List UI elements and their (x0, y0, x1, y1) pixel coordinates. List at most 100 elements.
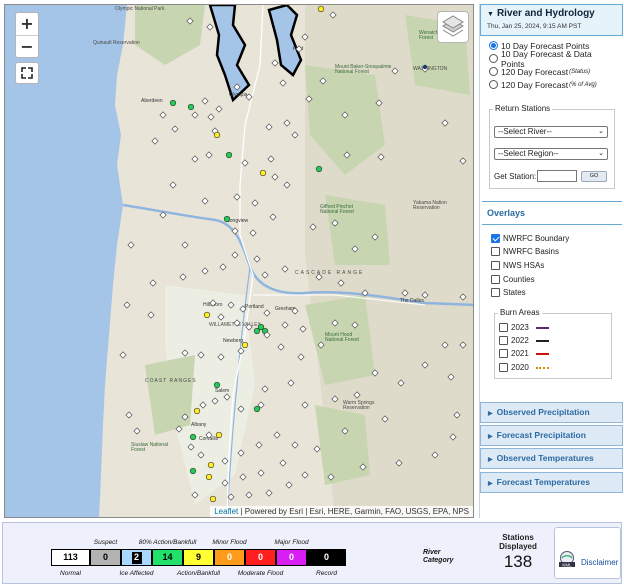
station-marker-normal[interactable] (341, 111, 349, 119)
station-marker-normal[interactable] (181, 241, 189, 249)
checkbox[interactable] (491, 261, 500, 270)
radio-button[interactable] (489, 80, 498, 89)
station-marker-normal[interactable] (265, 123, 273, 131)
station-marker-normal[interactable] (309, 223, 317, 231)
station-marker-normal[interactable] (231, 251, 239, 259)
layers-button[interactable] (437, 11, 469, 43)
river-hydrology-header[interactable]: ▼ River and Hydrology Thu, Jan 25, 2024, … (480, 4, 623, 36)
station-marker-normal[interactable] (237, 347, 245, 355)
station-marker-normal[interactable] (375, 99, 383, 107)
station-marker-normal[interactable] (327, 473, 335, 481)
station-marker-normal[interactable] (271, 59, 279, 67)
station-marker-normal[interactable] (331, 219, 339, 227)
leaflet-link[interactable]: Leaflet (214, 507, 238, 516)
station-marker-normal[interactable] (401, 289, 409, 297)
station-marker-normal[interactable] (305, 95, 313, 103)
station-marker-normal[interactable] (149, 279, 157, 287)
station-marker-normal[interactable] (329, 11, 337, 19)
station-marker-normal[interactable] (249, 229, 257, 237)
station-marker-normal[interactable] (179, 273, 187, 281)
checkbox[interactable] (499, 336, 508, 345)
station-marker-normal[interactable] (331, 395, 339, 403)
station-marker-normal[interactable] (267, 155, 275, 163)
station-marker-normal[interactable] (201, 97, 209, 105)
station-marker-normal[interactable] (273, 431, 281, 439)
station-marker-normal[interactable] (191, 155, 199, 163)
overlay-nws-hsas[interactable]: NWS HSAs (491, 260, 544, 271)
station-marker-normal[interactable] (431, 451, 439, 459)
station-marker-80pct-action[interactable] (169, 99, 177, 107)
station-marker-normal[interactable] (351, 245, 359, 253)
checkbox[interactable] (499, 363, 508, 372)
station-marker-normal[interactable] (119, 351, 127, 359)
station-marker-80pct-action[interactable] (223, 215, 231, 223)
region-select[interactable]: --Select Region-- ⌄ (494, 148, 608, 160)
overlay-states[interactable]: States (491, 287, 526, 298)
station-marker-normal[interactable] (187, 443, 195, 451)
station-marker-normal[interactable] (279, 79, 287, 87)
station-marker-normal[interactable] (343, 151, 351, 159)
checkbox[interactable] (499, 349, 508, 358)
station-marker-action[interactable] (205, 473, 213, 481)
station-marker-80pct-action[interactable] (315, 165, 323, 173)
station-marker-80pct-action[interactable] (225, 151, 233, 159)
station-marker-normal[interactable] (205, 151, 213, 159)
station-marker-normal[interactable] (239, 305, 247, 313)
accordion-forecast-precip[interactable]: ▶ Forecast Precipitation (480, 425, 623, 446)
station-marker-normal[interactable] (317, 341, 325, 349)
zoom-out-button[interactable]: − (16, 35, 38, 57)
station-marker-normal[interactable] (353, 391, 361, 399)
checkbox[interactable] (491, 247, 500, 256)
station-marker-normal[interactable] (395, 459, 403, 467)
station-marker-normal[interactable] (459, 341, 467, 349)
station-marker-80pct-action[interactable] (189, 433, 197, 441)
station-marker-normal[interactable] (175, 425, 183, 433)
zoom-in-button[interactable]: + (16, 13, 38, 35)
station-marker-normal[interactable] (285, 481, 293, 489)
station-marker-normal[interactable] (441, 119, 449, 127)
station-marker-normal[interactable] (447, 373, 455, 381)
radio-120-day-pct-avg[interactable]: 120 Day Forecast (% of Avg) (489, 78, 615, 91)
station-marker-normal[interactable] (151, 137, 159, 145)
station-marker-normal[interactable] (199, 401, 207, 409)
station-marker-normal[interactable] (237, 449, 245, 457)
station-marker-normal[interactable] (219, 263, 227, 271)
overlay-counties[interactable]: Counties (491, 274, 535, 285)
checkbox[interactable] (499, 323, 508, 332)
station-marker-normal[interactable] (245, 491, 253, 499)
station-marker-normal[interactable] (201, 267, 209, 275)
station-markers[interactable] (5, 5, 474, 518)
station-marker-normal[interactable] (181, 413, 189, 421)
station-marker-normal[interactable] (281, 321, 289, 329)
station-marker-normal[interactable] (359, 463, 367, 471)
radio-10-day-data-points[interactable]: 10 Day Forecast & Data Points (489, 49, 615, 69)
station-marker-normal[interactable] (245, 93, 253, 101)
station-marker-normal[interactable] (337, 279, 345, 287)
checkbox[interactable] (491, 275, 500, 284)
station-marker-normal[interactable] (297, 353, 305, 361)
station-input[interactable] (537, 170, 577, 182)
radio-button[interactable] (489, 67, 498, 76)
map-view[interactable]: Olympic National Park Quinault Reservati… (4, 4, 474, 518)
station-marker-action[interactable] (241, 341, 249, 349)
station-marker-normal[interactable] (291, 307, 299, 315)
station-marker-normal[interactable] (223, 393, 231, 401)
radio-button[interactable] (489, 41, 498, 50)
station-marker-normal[interactable] (281, 265, 289, 273)
river-select[interactable]: --Select River-- ⌄ (494, 126, 608, 138)
station-marker-action[interactable] (317, 5, 325, 13)
station-marker-normal[interactable] (211, 397, 219, 405)
station-marker-normal[interactable] (381, 415, 389, 423)
burn-area-2021[interactable]: 2021 (499, 348, 549, 359)
station-marker-normal[interactable] (207, 113, 215, 121)
station-marker-normal[interactable] (361, 289, 369, 297)
station-marker-action[interactable] (209, 495, 217, 503)
station-marker-normal[interactable] (241, 159, 249, 167)
station-marker-normal[interactable] (205, 431, 213, 439)
checkbox[interactable] (491, 288, 500, 297)
station-marker-normal[interactable] (453, 411, 461, 419)
station-marker-normal[interactable] (291, 441, 299, 449)
accordion-observed-temps[interactable]: ▶ Observed Temperatures (480, 448, 623, 469)
station-marker-normal[interactable] (251, 199, 259, 207)
station-marker-normal[interactable] (421, 291, 429, 299)
